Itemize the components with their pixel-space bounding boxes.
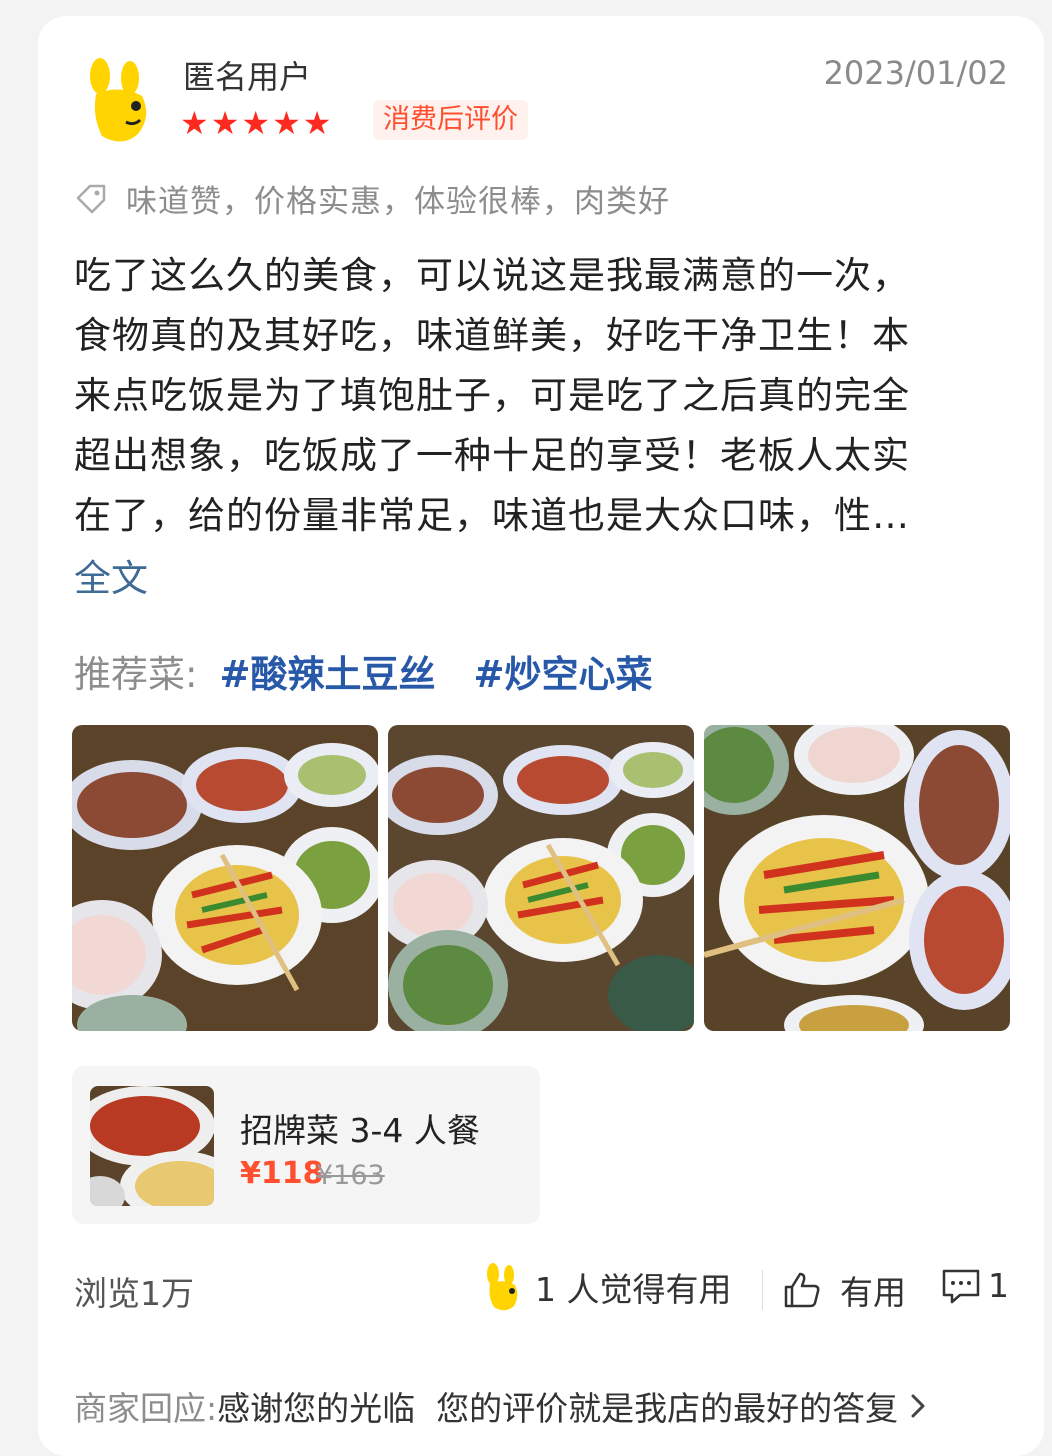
review-body-line: 超出想象，吃饭成了一种十足的享受！老板人太实 (74, 434, 910, 477)
yellow-mascot-icon (487, 1263, 518, 1311)
star-icon: ★ (180, 104, 209, 142)
review-body-line: 来点吃饭是为了填饱肚子，可是吃了之后真的完全 (74, 374, 910, 417)
deal-price: ¥118 (240, 1156, 324, 1191)
comment-button[interactable]: 1 (940, 1266, 1009, 1305)
full-text-link[interactable]: 全文 (74, 548, 148, 602)
review-photo[interactable] (72, 725, 378, 1031)
like-button[interactable]: 有用 (782, 1266, 906, 1314)
comment-count: 1 (988, 1266, 1009, 1305)
recommend-label: 推荐菜: (74, 653, 198, 696)
username[interactable]: 匿名用户 (183, 52, 311, 98)
star-icon: ★ (302, 104, 332, 142)
review-tags: 味道赞，价格实惠，体验很棒，肉类好 (126, 184, 670, 220)
useful-count: 1 人觉得有用 (483, 1262, 732, 1312)
star-icon: ★ (241, 104, 271, 142)
tag-icon (76, 184, 106, 213)
star-icon: ★ (272, 104, 301, 142)
reply-label: 商家回应: (74, 1389, 218, 1428)
comment-icon (942, 1269, 980, 1303)
like-label: 有用 (840, 1273, 906, 1312)
thumbs-up-icon (784, 1272, 820, 1308)
deal-title: 招牌菜 3-4 人餐 (240, 1111, 480, 1150)
review-photo[interactable] (388, 725, 694, 1031)
reply-text: 感谢您的光临 您的评价就是我店的最好的答复 (217, 1389, 899, 1428)
deal-thumbnail (90, 1086, 214, 1206)
recommended-dish-link[interactable]: #炒空心菜 (473, 644, 652, 698)
review-body-line: 食物真的及其好吃，味道鲜美，好吃干净卫生！本 (74, 314, 910, 357)
review-date: 2023/01/02 (823, 54, 1008, 92)
merchant-reply[interactable]: 商家回应: 感谢您的光临 您的评价就是我店的最好的答复 (74, 1382, 928, 1430)
yellow-mascot-icon (90, 58, 147, 142)
star-rating: ★ ★ ★ ★ ★ (180, 106, 331, 140)
deal-original-price: ¥163 (316, 1160, 385, 1191)
recommended-dishes: 推荐菜: #酸辣土豆丝 #炒空心菜 (74, 644, 691, 698)
divider (762, 1270, 763, 1310)
view-count: 浏览1万 (74, 1274, 194, 1313)
photo-gallery (72, 725, 1010, 1031)
useful-count-text: 1 人觉得有用 (535, 1270, 732, 1309)
review-body-line: 在了，给的份量非常足，味道也是大众口味，性… (74, 494, 910, 537)
review-body-line: 吃了这么久的美食，可以说这是我最满意的一次， (74, 254, 910, 297)
deal-card[interactable]: 招牌菜 3-4 人餐 ¥118 ¥163 (72, 1066, 540, 1224)
star-icon: ★ (210, 104, 240, 142)
tags-row: 味道赞，价格实惠，体验很棒，肉类好 (74, 176, 670, 221)
avatar[interactable] (82, 56, 154, 148)
review-photo[interactable] (704, 725, 1010, 1031)
chevron-right-icon (911, 1394, 925, 1418)
post-consumption-badge: 消费后评价 (373, 100, 528, 140)
recommended-dish-link[interactable]: #酸辣土豆丝 (219, 644, 435, 698)
review-body: 吃了这么久的美食，可以说这是我最满意的一次， 食物真的及其好吃，味道鲜美，好吃干… (74, 246, 1004, 546)
